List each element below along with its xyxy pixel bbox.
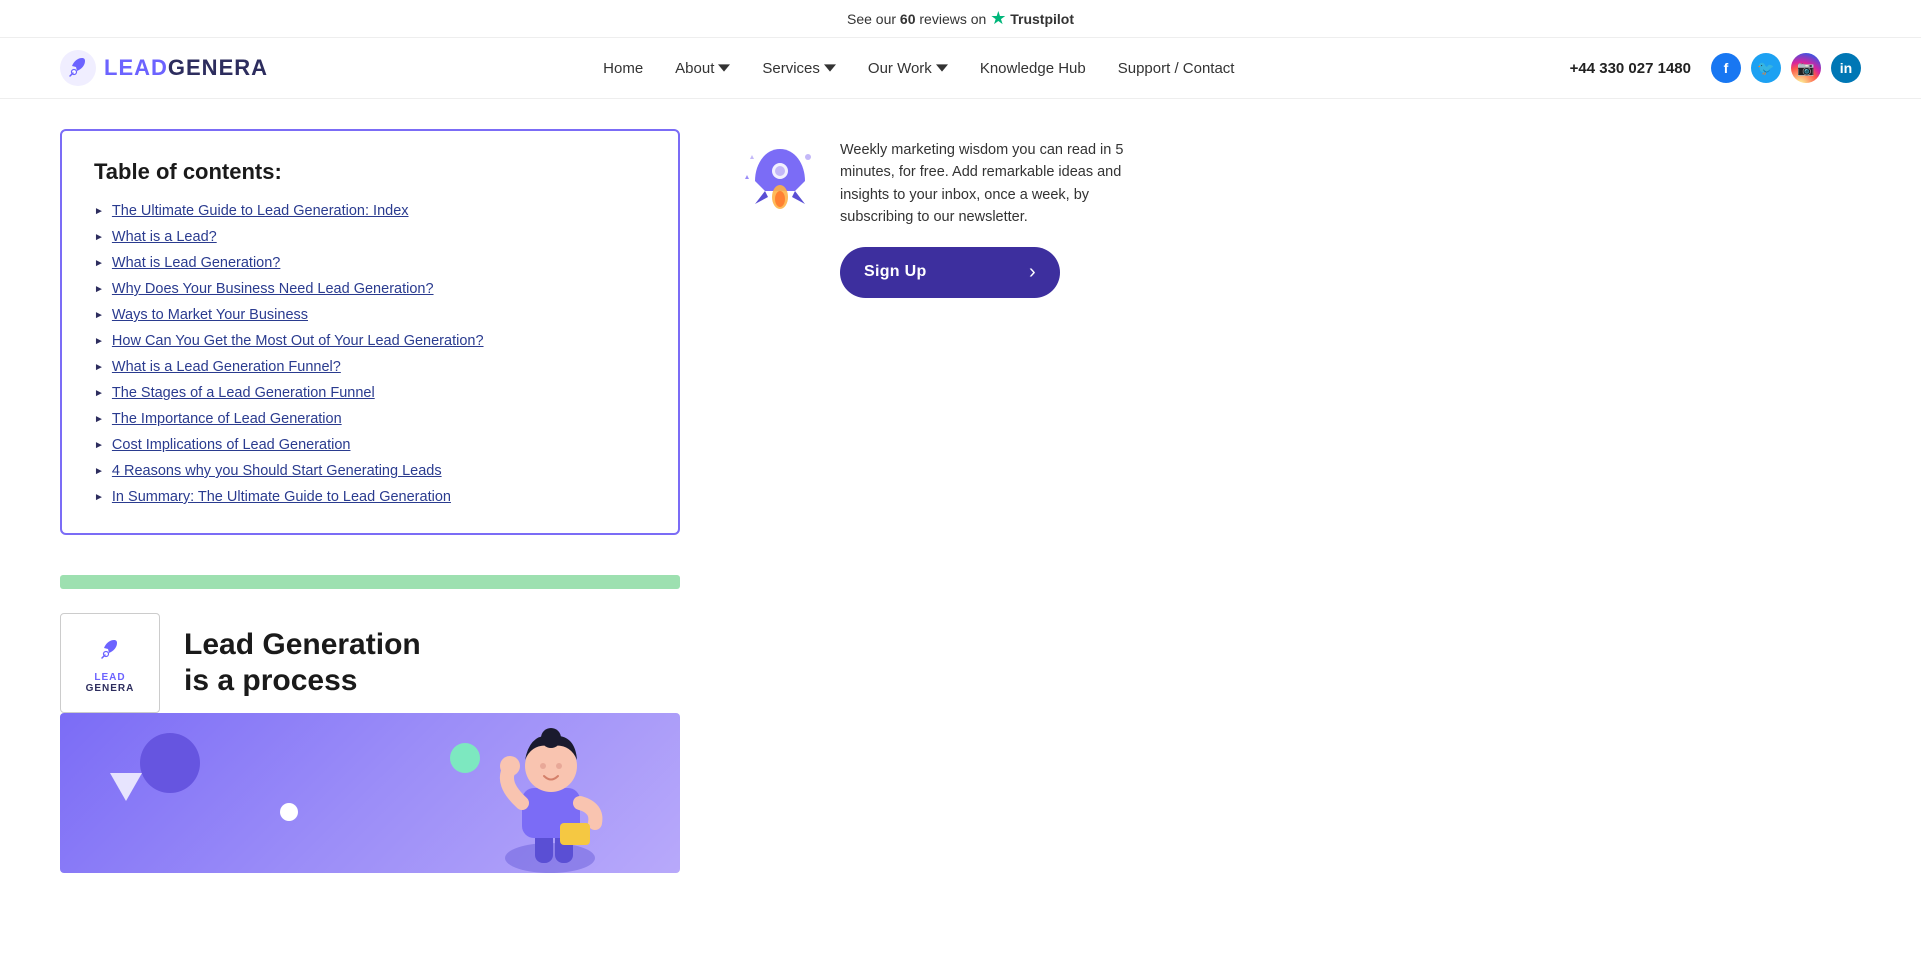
nav-home[interactable]: Home [603,60,643,77]
toc-list-item: ► 4 Reasons why you Should Start Generat… [94,463,646,479]
toc-list-item: ► The Ultimate Guide to Lead Generation:… [94,203,646,219]
toc-arrow-icon: ► [94,414,104,425]
toc-arrow-icon: ► [94,232,104,243]
toc-list-item: ► The Importance of Lead Generation [94,411,646,427]
trustpilot-bar: See our 60 reviews on ★ Trustpilot [0,0,1921,38]
lead-genera-logo-box: LEADGENERA [60,613,160,713]
toc-list-item: ► The Stages of a Lead Generation Funnel [94,385,646,401]
illus-dot [280,803,298,821]
illus-person [480,728,620,873]
social-icons: f 🐦 📷 in [1711,53,1861,83]
main-content: Table of contents: ► The Ultimate Guide … [0,99,1921,903]
site-header: LEADGENERA Home About Services Our Work … [0,38,1921,99]
toc-arrow-icon: ► [94,258,104,269]
lead-gen-illustration [60,713,680,873]
trustpilot-star-icon: ★ [990,8,1006,28]
toc-arrow-icon: ► [94,362,104,373]
toc-arrow-icon: ► [94,206,104,217]
logo[interactable]: LEADGENERA [60,50,268,86]
toc-title: Table of contents: [94,159,646,185]
signup-button[interactable]: Sign Up › [840,247,1060,298]
illus-circle-dark [140,733,200,793]
header-right: +44 330 027 1480 f 🐦 📷 in [1570,53,1861,83]
chevron-down-icon [824,62,836,74]
toc-link[interactable]: Cost Implications of Lead Generation [112,437,351,453]
toc-arrow-icon: ► [94,336,104,347]
facebook-icon[interactable]: f [1711,53,1741,83]
toc-arrow-icon: ► [94,388,104,399]
illus-triangle [110,773,142,801]
lead-gen-section: LEADGENERA Lead Generation is a process [60,613,680,873]
toc-link[interactable]: How Can You Get the Most Out of Your Lea… [112,333,484,349]
toc-link[interactable]: Why Does Your Business Need Lead Generat… [112,281,434,297]
toc-link[interactable]: What is a Lead Generation Funnel? [112,359,341,375]
newsletter-box: Weekly marketing wisdom you can read in … [740,139,1160,298]
toc-link[interactable]: The Stages of a Lead Generation Funnel [112,385,375,401]
arrow-icon: › [1029,261,1036,284]
toc-arrow-icon: ► [94,440,104,451]
nav-our-work[interactable]: Our Work [868,60,948,77]
toc-list-item: ► Why Does Your Business Need Lead Gener… [94,281,646,297]
nav-services[interactable]: Services [762,60,836,77]
newsletter-content: Weekly marketing wisdom you can read in … [840,139,1160,298]
lead-gen-header: LEADGENERA Lead Generation is a process [60,613,680,713]
illus-circle-green [450,743,480,773]
trustpilot-text: See our 60 reviews on ★ Trustpilot [847,11,1074,27]
left-column: Table of contents: ► The Ultimate Guide … [60,129,680,873]
logo-rocket-icon [60,50,96,86]
toc-list-item: ► What is a Lead? [94,229,646,245]
toc-link[interactable]: The Ultimate Guide to Lead Generation: I… [112,203,409,219]
toc-arrow-icon: ► [94,310,104,321]
toc-arrow-icon: ► [94,466,104,477]
toc-link[interactable]: In Summary: The Ultimate Guide to Lead G… [112,489,451,505]
green-divider [60,575,680,589]
lead-genera-logo-icon [92,632,128,668]
lead-gen-title: Lead Generation is a process [184,627,421,699]
toc-list-item: ► How Can You Get the Most Out of Your L… [94,333,646,349]
newsletter-rocket-icon [740,139,820,219]
toc-link[interactable]: 4 Reasons why you Should Start Generatin… [112,463,442,479]
lead-genera-logo-text: LEADGENERA [86,672,135,694]
nav-knowledge-hub[interactable]: Knowledge Hub [980,60,1086,77]
toc-list-item: ► Cost Implications of Lead Generation [94,437,646,453]
toc-list: ► The Ultimate Guide to Lead Generation:… [94,203,646,505]
toc-arrow-icon: ► [94,492,104,503]
linkedin-icon[interactable]: in [1831,53,1861,83]
table-of-contents: Table of contents: ► The Ultimate Guide … [60,129,680,535]
main-nav: Home About Services Our Work Knowledge H… [603,60,1234,77]
toc-list-item: ► What is Lead Generation? [94,255,646,271]
toc-list-item: ► In Summary: The Ultimate Guide to Lead… [94,489,646,505]
toc-link[interactable]: What is a Lead? [112,229,217,245]
chevron-down-icon [718,62,730,74]
phone-number[interactable]: +44 330 027 1480 [1570,60,1691,77]
toc-list-item: ► What is a Lead Generation Funnel? [94,359,646,375]
nav-about[interactable]: About [675,60,730,77]
newsletter-text: Weekly marketing wisdom you can read in … [840,139,1160,229]
toc-link[interactable]: The Importance of Lead Generation [112,411,342,427]
instagram-icon[interactable]: 📷 [1791,53,1821,83]
toc-link[interactable]: What is Lead Generation? [112,255,280,271]
right-column: Weekly marketing wisdom you can read in … [740,129,1861,873]
chevron-down-icon [936,62,948,74]
twitter-icon[interactable]: 🐦 [1751,53,1781,83]
nav-support[interactable]: Support / Contact [1118,60,1235,77]
toc-arrow-icon: ► [94,284,104,295]
toc-link[interactable]: Ways to Market Your Business [112,307,308,323]
toc-list-item: ► Ways to Market Your Business [94,307,646,323]
